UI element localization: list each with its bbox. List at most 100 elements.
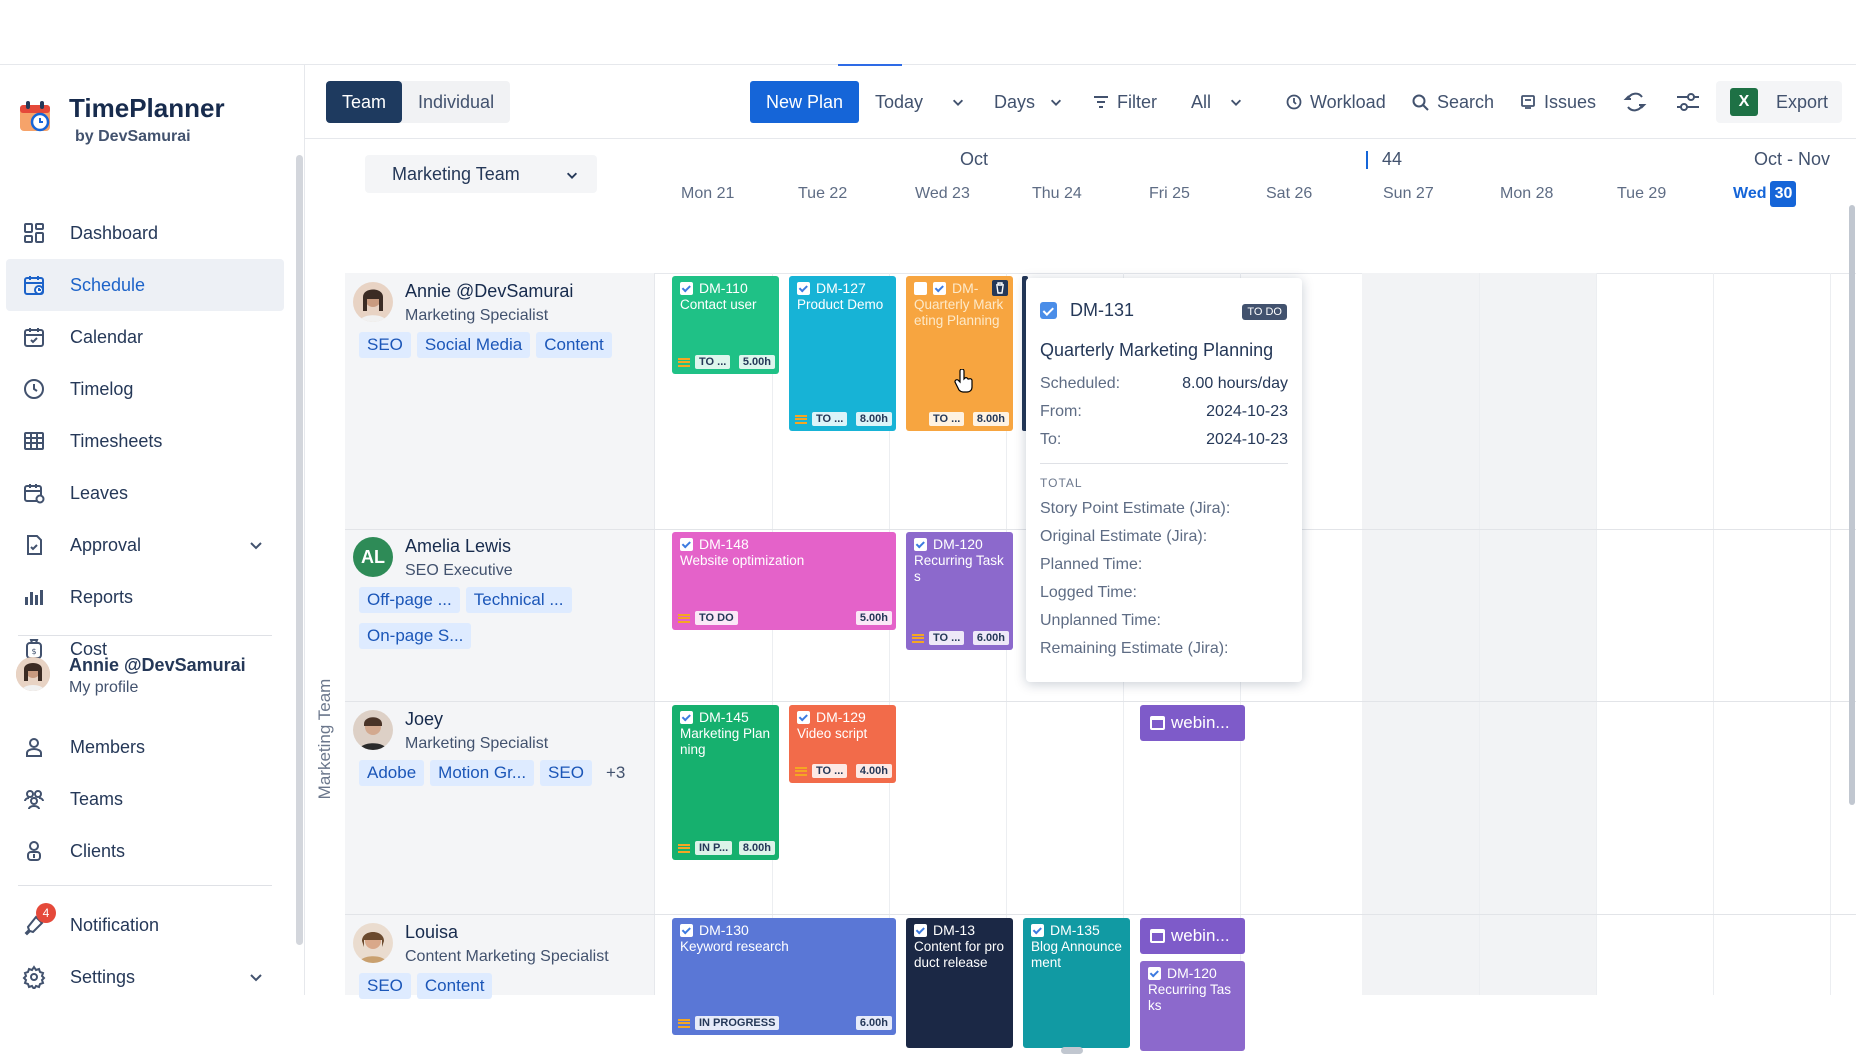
sidebar-item-leaves[interactable]: Leaves <box>6 467 284 519</box>
checkbox-icon[interactable] <box>797 281 810 295</box>
skill-tag: Off-page ... <box>359 587 460 613</box>
vertical-scrollbar[interactable] <box>1849 205 1855 805</box>
week-number: 44 <box>1382 149 1403 169</box>
popup-divider <box>1040 463 1288 464</box>
workload-button[interactable]: Workload <box>1286 81 1386 123</box>
task-card[interactable]: DM-120 Recurring Tasks TO ... 6.00h <box>906 532 1013 650</box>
checkbox-icon[interactable] <box>1148 966 1161 980</box>
task-card[interactable]: DM-130 Keyword research IN PROGRESS 6.00h <box>672 918 896 1035</box>
sidebar-scrollbar[interactable] <box>296 155 303 945</box>
team-view-button[interactable]: Team <box>326 81 403 123</box>
today-header: Wed 30 <box>1733 181 1797 207</box>
avatar[interactable]: AL <box>353 537 393 577</box>
grid-line <box>1713 273 1714 995</box>
task-card[interactable]: DM-110 Contact user TO ... 5.00h <box>672 276 779 374</box>
task-card[interactable]: DM-120 Recurring Tasks <box>1140 961 1245 1051</box>
clock-icon <box>20 375 48 403</box>
today-button[interactable]: Today <box>875 81 965 123</box>
sidebar-item-clients[interactable]: Clients <box>6 825 284 877</box>
sidebar-item-reports[interactable]: Reports <box>6 571 284 623</box>
filter-button[interactable]: Filter <box>1093 81 1157 123</box>
approval-icon <box>20 531 48 559</box>
checkbox-icon[interactable] <box>914 923 927 937</box>
day-header: Tue 22 <box>798 185 848 202</box>
sidebar-item-approval[interactable]: Approval <box>6 519 284 571</box>
month-label: Oct <box>960 149 989 169</box>
sidebar-item-calendar[interactable]: Calendar <box>6 311 284 363</box>
leave-icon <box>20 479 48 507</box>
checkbox-icon[interactable] <box>680 710 693 724</box>
avatar[interactable] <box>353 710 393 750</box>
from-label: From: <box>1040 403 1082 420</box>
estimate-row: Original Estimate (Jira): <box>1040 528 1208 545</box>
task-card[interactable]: DM-127 Product Demo TO ... 8.00h <box>789 276 896 431</box>
export-button[interactable]: X Export <box>1716 81 1843 123</box>
checkbox-icon[interactable] <box>680 923 693 937</box>
issues-label: Issues <box>1544 91 1597 112</box>
task-card[interactable]: DM-13 Content for product release <box>906 918 1013 1048</box>
task-id: DM-145 <box>699 709 749 725</box>
row-divider <box>345 701 1856 702</box>
trash-icon[interactable] <box>992 280 1008 296</box>
day-header: Mon 28 <box>1500 185 1554 202</box>
horizontal-scrollbar[interactable] <box>1061 1047 1083 1054</box>
task-card[interactable]: DM- Quarterly Marketing Planning TO ... 8… <box>906 276 1013 431</box>
task-title: Recurring Tasks <box>914 553 1004 584</box>
view-toggle: Team Individual <box>326 81 511 123</box>
task-title: Blog Announcement <box>1031 939 1122 970</box>
sidebar-item-label: Dashboard <box>70 222 159 243</box>
schedule-icon <box>20 271 48 299</box>
sidebar-item-members[interactable]: Members <box>6 721 284 773</box>
task-title: Website optimization <box>680 553 805 568</box>
checkbox-icon[interactable] <box>1031 923 1044 937</box>
task-card[interactable]: DM-148 Website optimization TO DO 5.00h <box>672 532 896 630</box>
search-button[interactable]: Search <box>1412 81 1494 123</box>
sidebar-item-notification[interactable]: 4 Notification <box>6 899 284 951</box>
refresh-button[interactable] <box>1623 81 1647 123</box>
task-card[interactable]: DM-135 Blog Announcement <box>1023 918 1130 1048</box>
avatar[interactable] <box>353 923 393 963</box>
more-tags-indicator[interactable]: +3 <box>598 760 633 786</box>
sidebar-item-teams[interactable]: Teams <box>6 773 284 825</box>
all-select[interactable]: All <box>1191 81 1243 123</box>
task-status: IN PROGRESS <box>695 1016 780 1030</box>
profile-link[interactable]: Annie @DevSamurai My profile <box>16 655 246 696</box>
task-title: Marketing Planning <box>680 726 771 757</box>
sidebar-item-settings[interactable]: Settings <box>6 951 284 1003</box>
app-subtitle: by DevSamurai <box>75 128 191 145</box>
task-id: DM-110 <box>699 280 748 296</box>
settings-button[interactable] <box>1675 81 1701 123</box>
individual-view-button[interactable]: Individual <box>402 81 510 123</box>
chevron-down-icon[interactable] <box>248 537 264 553</box>
webinar-event[interactable]: webin... <box>1140 918 1245 954</box>
chevron-down-icon[interactable] <box>248 969 264 985</box>
select-checkbox[interactable] <box>914 281 927 295</box>
task-status: IN P... <box>695 841 733 855</box>
issues-button[interactable]: Issues <box>1520 81 1596 123</box>
checkbox-icon[interactable] <box>680 537 693 551</box>
skill-tags: Off-page ... Technical ... On-page S... <box>359 587 619 659</box>
sidebar-item-schedule[interactable]: Schedule <box>6 259 284 311</box>
estimate-row: Logged Time: <box>1040 584 1137 601</box>
sidebar-item-dashboard[interactable]: Dashboard <box>6 207 284 259</box>
app-title: TimePlanner <box>69 93 225 123</box>
webinar-event[interactable]: webin... <box>1140 705 1245 741</box>
checkbox-icon[interactable] <box>797 710 810 724</box>
new-plan-button[interactable]: New Plan <box>750 81 860 123</box>
task-card[interactable]: DM-129 Video script TO ... 4.00h <box>789 705 896 783</box>
days-select[interactable]: Days <box>994 81 1063 123</box>
checkbox-icon[interactable] <box>914 537 927 551</box>
avatar[interactable] <box>353 282 393 322</box>
task-card[interactable]: DM-145 Marketing Planning IN P... 8.00h <box>672 705 779 860</box>
team-select[interactable]: Marketing Team <box>365 155 597 193</box>
skill-tag: Content <box>416 973 493 999</box>
logo[interactable]: TimePlanner by DevSamurai <box>16 87 225 145</box>
checkbox-icon[interactable] <box>680 281 693 295</box>
scheduled-label: Scheduled: <box>1040 375 1121 392</box>
sidebar-item-timesheets[interactable]: Timesheets <box>6 415 284 467</box>
day-header: Thu 24 <box>1032 185 1082 202</box>
chevron-down-icon[interactable] <box>951 95 965 109</box>
checkbox-icon[interactable] <box>933 281 946 295</box>
skill-tag: Motion Gr... <box>430 760 535 786</box>
sidebar-item-timelog[interactable]: Timelog <box>6 363 284 415</box>
